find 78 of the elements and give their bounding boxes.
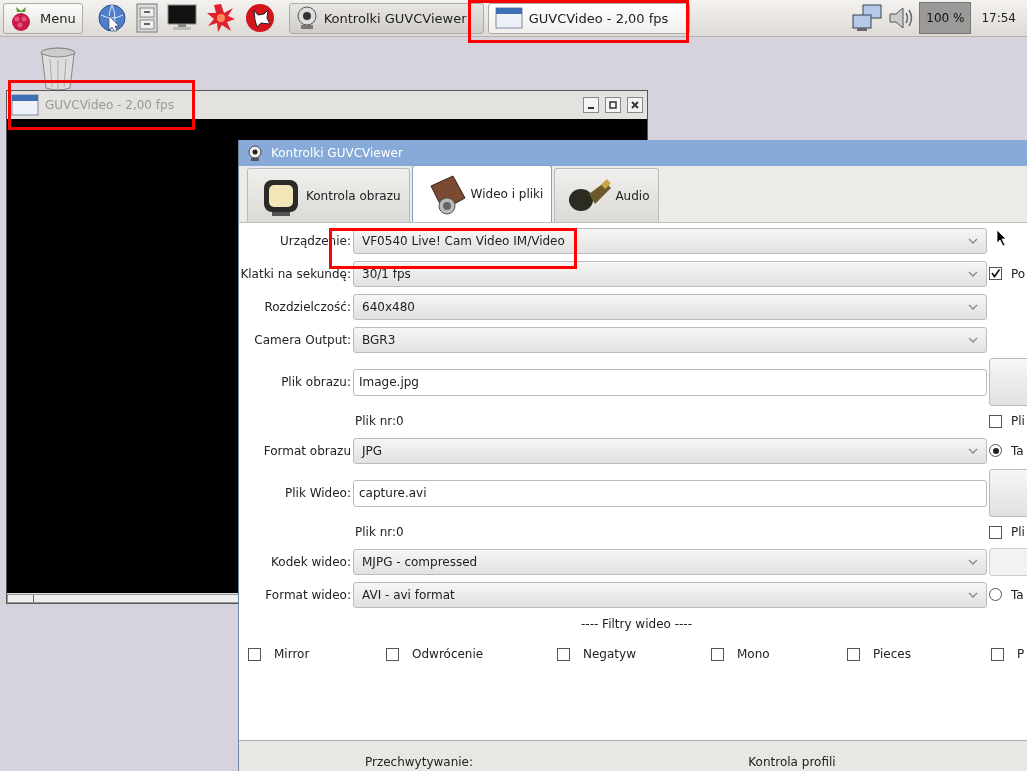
mouse-pointer-icon: [996, 229, 1008, 247]
option-label: Po: [1011, 266, 1026, 281]
minimize-button[interactable]: [583, 97, 599, 113]
option-label: Pli: [1011, 525, 1025, 539]
checkbox[interactable]: [847, 647, 860, 661]
input-field[interactable]: capture.avi: [353, 479, 987, 507]
tab[interactable]: Kontrola obrazu: [247, 168, 410, 222]
chevron-down-icon: [968, 558, 978, 565]
tab[interactable]: Audio: [554, 168, 659, 222]
status-label: Przechwytywanie:: [363, 755, 475, 769]
file-cabinet-icon[interactable]: [135, 3, 158, 33]
maximize-button[interactable]: [605, 97, 621, 113]
chevron-down-icon: [968, 447, 978, 454]
dropdown[interactable]: 30/1 fps: [353, 260, 987, 287]
monitor-icon[interactable]: [166, 3, 197, 31]
section-heading: ---- Filtry wideo ----: [580, 617, 693, 633]
trash-can-icon[interactable]: [38, 47, 78, 91]
field-label: Kodek wideo:: [270, 554, 351, 569]
window-icon: [11, 94, 39, 116]
volume-level[interactable]: 100 %: [919, 2, 972, 34]
dropdown[interactable]: BGR3: [353, 326, 987, 353]
clock: 17:54: [981, 11, 1016, 25]
checkbox[interactable]: [989, 267, 1002, 280]
option-label: P: [1017, 647, 1025, 661]
window-title: Kontrolki GUVCViewer: [271, 146, 403, 160]
file-counter: Plik nr:0: [354, 414, 405, 428]
menu-button[interactable]: Menu: [3, 2, 83, 34]
taskbar-button[interactable]: Kontrolki GUVCViewer: [288, 2, 484, 34]
tab[interactable]: Wideo i pliki: [411, 165, 553, 222]
checkbox[interactable]: [386, 647, 399, 661]
dropdown[interactable]: AVI - avi format: [353, 581, 987, 608]
field-label: Format wideo:: [264, 587, 351, 602]
option-label: Pieces: [873, 647, 911, 661]
field-label: Klatki na sekundę:: [239, 266, 351, 281]
field-label: Plik obrazu:: [280, 375, 351, 389]
option-label: Pli: [1011, 414, 1025, 428]
dropdown[interactable]: JPG: [353, 437, 987, 464]
starburst-icon[interactable]: [205, 3, 236, 33]
checkbox[interactable]: [248, 647, 261, 661]
taskbar-button[interactable]: GUVCVideo - 2,00 fps: [487, 2, 690, 34]
field-label: Format obrazu: [262, 443, 351, 458]
checkbox[interactable]: [989, 414, 1002, 428]
option-label: Ta: [1011, 443, 1024, 458]
close-icon: [631, 101, 639, 109]
checkbox[interactable]: [711, 647, 724, 661]
window-icon: [494, 7, 523, 29]
wolf-head-icon[interactable]: [244, 3, 275, 33]
status-label: Kontrola profili: [747, 755, 837, 769]
dropdown[interactable]: VF0540 Live! Cam Video IM/Video: [353, 227, 987, 254]
chevron-down-icon: [968, 336, 978, 343]
option-label: Mono: [737, 647, 770, 661]
option-label: Odwrócenie: [412, 647, 484, 661]
webcam-icon: [247, 145, 263, 161]
field-label: Camera Output:: [253, 332, 351, 347]
field-label: Rozdzielczość:: [263, 299, 351, 314]
dropdown[interactable]: 640x480: [353, 293, 987, 320]
webcam-icon: [295, 6, 318, 30]
dropdown[interactable]: MJPG - compressed: [353, 548, 987, 575]
maximize-icon: [609, 101, 617, 109]
checkbox[interactable]: [989, 525, 1002, 539]
radio-button[interactable]: [989, 444, 1002, 457]
chevron-down-icon: [968, 270, 978, 277]
file-counter: Plik nr:0: [354, 525, 405, 539]
field-label: Plik Wideo:: [284, 486, 351, 500]
chevron-down-icon: [968, 303, 978, 310]
option-label: Mirror: [274, 647, 310, 661]
window-title: GUVCVideo - 2,00 fps: [45, 98, 175, 112]
chevron-down-icon: [968, 237, 978, 244]
checkbox[interactable]: [991, 647, 1004, 661]
network-icon[interactable]: [851, 3, 884, 33]
checkbox[interactable]: [557, 647, 570, 661]
close-button[interactable]: [627, 97, 643, 113]
radio-button[interactable]: [989, 588, 1002, 601]
chevron-down-icon: [968, 591, 978, 598]
globe-icon[interactable]: [96, 3, 127, 33]
option-label: Negatyw: [583, 647, 636, 661]
option-label: Ta: [1011, 587, 1024, 602]
input-field[interactable]: Image.jpg: [353, 368, 987, 396]
